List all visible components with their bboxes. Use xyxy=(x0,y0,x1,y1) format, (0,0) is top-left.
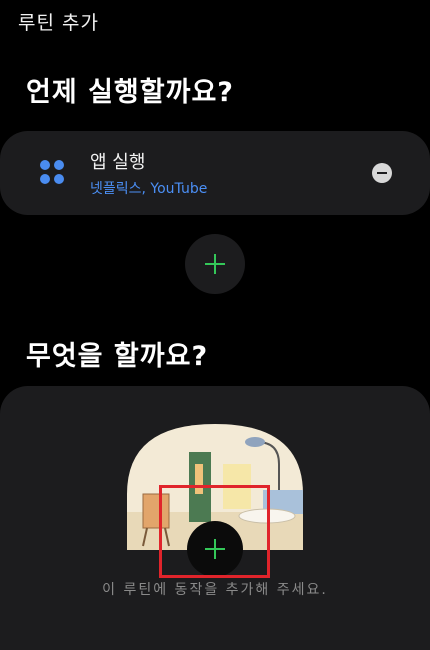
header-title: 루틴 추가 xyxy=(18,12,99,34)
remove-trigger-button[interactable] xyxy=(372,163,392,183)
plus-icon xyxy=(205,254,225,274)
trigger-subtitle: 넷플릭스, YouTube xyxy=(90,181,208,197)
highlight-box xyxy=(159,485,270,578)
trigger-card-app-launch[interactable]: 앱 실행 넷플릭스, YouTube xyxy=(0,131,430,215)
add-action-hint: 이 루틴에 동작을 추가해 주세요. xyxy=(102,582,328,598)
when-section-title: 언제 실행할까요? xyxy=(26,77,234,108)
add-trigger-button[interactable] xyxy=(185,234,245,294)
what-section-title: 무엇을 할까요? xyxy=(26,341,209,372)
app-grid-icon xyxy=(40,160,64,184)
trigger-title: 앱 실행 xyxy=(90,152,146,173)
